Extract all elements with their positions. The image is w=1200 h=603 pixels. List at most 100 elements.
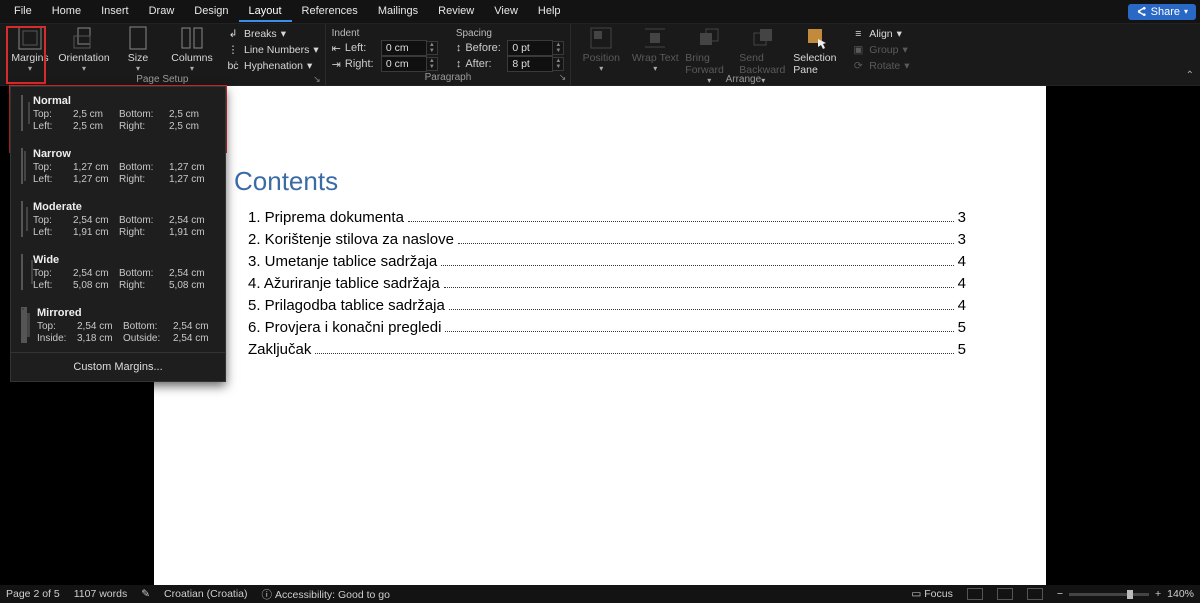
margin-thumb-icon bbox=[21, 148, 23, 184]
toc-page: 3 bbox=[958, 231, 966, 248]
view-read-button[interactable] bbox=[967, 588, 983, 600]
toc-leader bbox=[441, 265, 953, 266]
toc-entry[interactable]: 6. Provjera i konačni pregledi 5 bbox=[234, 319, 966, 336]
margins-option-mirrored[interactable]: MirroredTop:2,54 cmBottom:2,54 cmInside:… bbox=[11, 299, 225, 352]
margins-option-normal[interactable]: NormalTop:2,5 cmBottom:2,5 cmLeft:2,5 cm… bbox=[11, 87, 225, 140]
status-language[interactable]: Croatian (Croatia) bbox=[164, 588, 247, 600]
group-arrange: Position▾ Wrap Text▾ Bring Forward▾ Send… bbox=[571, 24, 915, 85]
position-button: Position▾ bbox=[577, 26, 625, 73]
line-numbers-button[interactable]: ⋮Line Numbers▾ bbox=[226, 42, 319, 58]
status-accessibility[interactable]: ⓘAccessibility: Good to go bbox=[262, 587, 390, 602]
size-button[interactable]: Size▾ bbox=[114, 26, 162, 73]
toc-text: 6. Provjera i konačni pregledi bbox=[248, 319, 441, 336]
align-button[interactable]: ≡Align▾ bbox=[851, 26, 909, 42]
toc-page: 4 bbox=[958, 297, 966, 314]
spacing-after-input[interactable]: ▲▼ bbox=[507, 56, 564, 72]
orientation-button[interactable]: Orientation▾ bbox=[60, 26, 108, 73]
tab-draw[interactable]: Draw bbox=[139, 2, 185, 22]
toc-entry[interactable]: 4. Ažuriranje tablice sadržaja 4 bbox=[234, 275, 966, 292]
spacing-before-icon: ↕ bbox=[456, 42, 462, 54]
margin-name: Moderate bbox=[33, 201, 215, 213]
group-paragraph: Indent ⇤ Left: ▲▼ ⇥ Right: ▲▼ Spacing ↕ … bbox=[326, 24, 572, 85]
margins-option-narrow[interactable]: NarrowTop:1,27 cmBottom:1,27 cmLeft:1,27… bbox=[11, 140, 225, 193]
indent-right-input[interactable]: ▲▼ bbox=[381, 56, 438, 72]
columns-icon bbox=[178, 26, 206, 50]
margins-dropdown: NormalTop:2,5 cmBottom:2,5 cmLeft:2,5 cm… bbox=[10, 86, 226, 382]
toc-leader bbox=[315, 353, 953, 354]
group-button: ▣Group▾ bbox=[851, 42, 909, 58]
group-label-pagesetup: Page Setup bbox=[136, 74, 188, 85]
indent-left-input[interactable]: ▲▼ bbox=[381, 40, 438, 56]
margin-thumb-icon bbox=[21, 95, 23, 131]
hyphenation-icon: bċ bbox=[226, 59, 240, 73]
tab-references[interactable]: References bbox=[292, 2, 368, 22]
margin-name: Mirrored bbox=[37, 307, 219, 319]
tab-review[interactable]: Review bbox=[428, 2, 484, 22]
page: Contents 1. Priprema dokumenta 32. Koriš… bbox=[154, 86, 1046, 585]
breaks-button[interactable]: ↲Breaks▾ bbox=[226, 26, 319, 42]
orientation-icon bbox=[70, 26, 98, 50]
zoom-value[interactable]: 140% bbox=[1167, 588, 1194, 600]
margins-button[interactable]: Margins▾ bbox=[6, 26, 54, 73]
indent-label: Indent bbox=[332, 28, 360, 39]
tab-design[interactable]: Design bbox=[184, 2, 238, 22]
margin-name: Narrow bbox=[33, 148, 215, 160]
status-words[interactable]: 1107 words bbox=[74, 588, 128, 600]
toc-leader bbox=[444, 287, 954, 288]
breaks-icon: ↲ bbox=[226, 27, 240, 41]
margin-thumb-icon bbox=[21, 307, 27, 343]
tab-mailings[interactable]: Mailings bbox=[368, 2, 428, 22]
view-web-button[interactable] bbox=[1027, 588, 1043, 600]
zoom-control[interactable]: − + 140% bbox=[1057, 588, 1194, 600]
margin-name: Wide bbox=[33, 254, 215, 266]
margin-thumb-icon bbox=[21, 201, 23, 237]
toc-page: 5 bbox=[958, 319, 966, 336]
spacing-before-input[interactable]: ▲▼ bbox=[507, 40, 564, 56]
indent-left-label: Left: bbox=[345, 42, 377, 54]
spacing-before-label: Before: bbox=[465, 42, 503, 54]
custom-margins-item[interactable]: Custom Margins... bbox=[11, 352, 225, 381]
tab-insert[interactable]: Insert bbox=[91, 2, 139, 22]
view-print-button[interactable] bbox=[997, 588, 1013, 600]
selection-pane-button[interactable]: Selection Pane bbox=[793, 26, 841, 76]
tab-layout[interactable]: Layout bbox=[239, 2, 292, 22]
group-page-setup: Margins▾ Orientation▾ Size▾ Columns▾ ↲Br… bbox=[0, 24, 326, 85]
chevron-down-icon: ▾ bbox=[1184, 7, 1188, 16]
tab-help[interactable]: Help bbox=[528, 2, 571, 22]
selection-pane-icon bbox=[803, 26, 831, 50]
toc-entry[interactable]: Zaključak 5 bbox=[234, 341, 966, 358]
margins-option-wide[interactable]: WideTop:2,54 cmBottom:2,54 cmLeft:5,08 c… bbox=[11, 246, 225, 299]
send-backward-icon bbox=[749, 26, 777, 50]
status-page[interactable]: Page 2 of 5 bbox=[6, 588, 60, 600]
toc-text: 1. Priprema dokumenta bbox=[248, 209, 404, 226]
share-button[interactable]: Share ▾ bbox=[1128, 4, 1196, 20]
toc-entry[interactable]: 5. Prilagodba tablice sadržaja 4 bbox=[234, 297, 966, 314]
focus-button[interactable]: ▭Focus bbox=[911, 588, 953, 600]
toc-leader bbox=[449, 309, 954, 310]
toc-page: 4 bbox=[958, 253, 966, 270]
bring-forward-icon bbox=[695, 26, 723, 50]
toc-entry[interactable]: 3. Umetanje tablice sadržaja 4 bbox=[234, 253, 966, 270]
tab-view[interactable]: View bbox=[484, 2, 528, 22]
zoom-in-button[interactable]: + bbox=[1155, 588, 1161, 600]
margins-option-moderate[interactable]: ModerateTop:2,54 cmBottom:2,54 cmLeft:1,… bbox=[11, 193, 225, 246]
indent-right-label: Right: bbox=[345, 58, 377, 70]
ribbon-collapse-button[interactable]: ⌃ bbox=[1186, 70, 1194, 81]
toc-entry[interactable]: 2. Korištenje stilova za naslove 3 bbox=[234, 231, 966, 248]
toc-page: 5 bbox=[958, 341, 966, 358]
dialog-launcher-paragraph[interactable]: ↘ bbox=[559, 72, 567, 83]
rotate-icon: ⟳ bbox=[851, 59, 865, 73]
status-spellcheck-icon[interactable]: ✎ bbox=[141, 588, 150, 600]
zoom-out-button[interactable]: − bbox=[1057, 588, 1063, 600]
toc-entry[interactable]: 1. Priprema dokumenta 3 bbox=[234, 209, 966, 226]
dialog-launcher-pagesetup[interactable]: ↘ bbox=[313, 74, 321, 85]
columns-button[interactable]: Columns▾ bbox=[168, 26, 216, 73]
spacing-after-icon: ↕ bbox=[456, 58, 462, 70]
zoom-slider[interactable] bbox=[1069, 593, 1149, 596]
tab-file[interactable]: File bbox=[4, 2, 42, 22]
rotate-button: ⟳Rotate▾ bbox=[851, 58, 909, 74]
tab-home[interactable]: Home bbox=[42, 2, 91, 22]
toc-leader bbox=[408, 221, 954, 222]
share-label: Share bbox=[1151, 6, 1180, 18]
hyphenation-button[interactable]: bċHyphenation▾ bbox=[226, 58, 319, 74]
